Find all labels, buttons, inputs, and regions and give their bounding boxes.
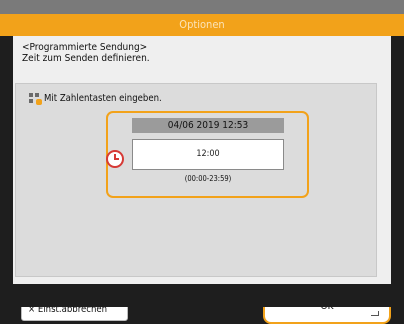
time-entry-group: 04/06 2019 12:53 12:00 (00:00-23:59) (106, 111, 309, 198)
instruction-text: <Programmierte Sendung> Zeit zum Senden … (22, 42, 150, 64)
dialog-title: Optionen (0, 14, 404, 36)
keypad-hint-label: Mit Zahlentasten eingeben. (44, 93, 162, 104)
bottom-bar (0, 284, 404, 307)
top-status-bar (0, 0, 404, 14)
dialog-panel: <Programmierte Sendung> Zeit zum Senden … (13, 36, 391, 324)
time-input[interactable]: 12:00 (132, 139, 284, 170)
keypad-icon (29, 93, 42, 105)
clock-icon (106, 150, 124, 168)
content-area: Mit Zahlentasten eingeben. 04/06 2019 12… (15, 83, 391, 324)
enter-icon (371, 311, 379, 316)
time-range-hint: (00:00-23:59) (184, 174, 232, 183)
current-datetime: 04/06 2019 12:53 (132, 118, 284, 133)
keypad-hint: Mit Zahlentasten eingeben. (29, 93, 162, 105)
